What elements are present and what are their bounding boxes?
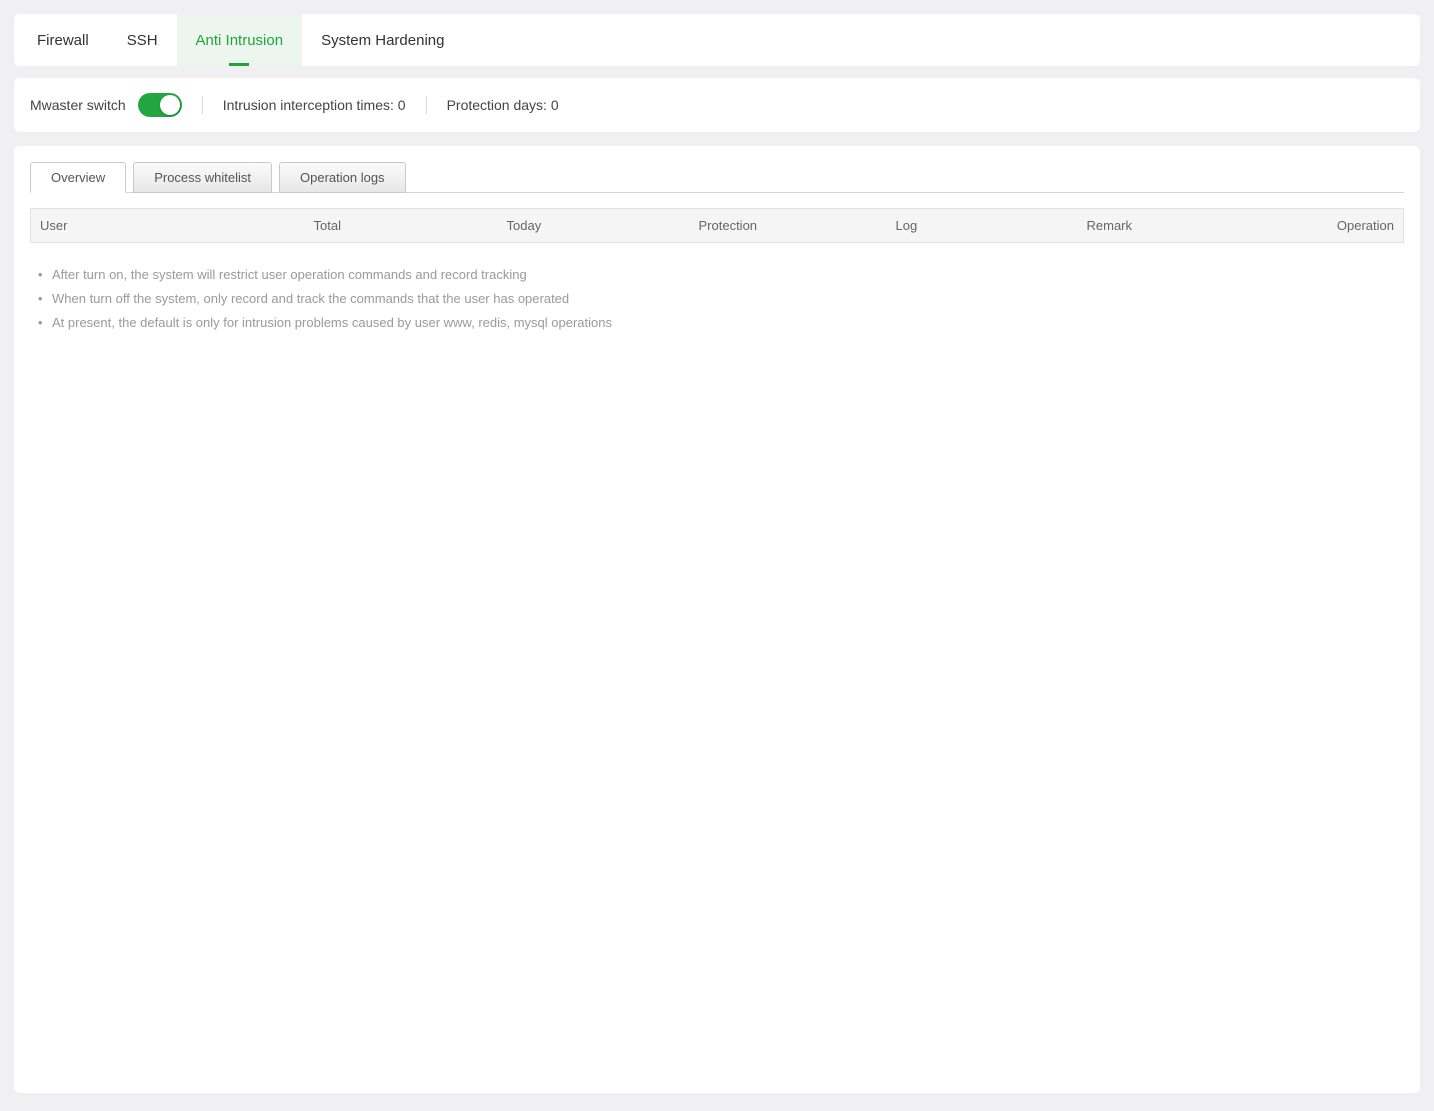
column-header-operation: Operation — [1326, 209, 1404, 243]
note-item: At present, the default is only for intr… — [38, 311, 1404, 335]
subtab-operation-logs[interactable]: Operation logs — [279, 162, 406, 193]
header-row: UserTotalTodayProtectionLogRemarkOperati… — [31, 209, 1404, 243]
content-panel: OverviewProcess whitelistOperation logs … — [14, 146, 1420, 1093]
tab-system-hardening[interactable]: System Hardening — [302, 14, 463, 66]
tab-anti-intrusion[interactable]: Anti Intrusion — [177, 14, 303, 66]
note-item: After turn on, the system will restrict … — [38, 263, 1404, 287]
master-switch-label: Mwaster switch — [30, 97, 126, 113]
column-header-total: Total — [305, 209, 498, 243]
toolbar-divider — [426, 96, 427, 114]
column-header-today: Today — [498, 209, 690, 243]
column-header-protection: Protection — [690, 209, 887, 243]
subtab-process-whitelist[interactable]: Process whitelist — [133, 162, 272, 193]
column-header-user: User — [31, 209, 305, 243]
notes-list: After turn on, the system will restrict … — [38, 263, 1404, 335]
tab-ssh[interactable]: SSH — [108, 14, 177, 66]
column-header-log: Log — [887, 209, 1078, 243]
column-header-remark: Remark — [1078, 209, 1326, 243]
subtab-overview[interactable]: Overview — [30, 162, 126, 193]
interception-times-text: Intrusion interception times: 0 — [223, 97, 406, 113]
master-switch-toggle[interactable] — [138, 93, 182, 117]
protection-days-text: Protection days: 0 — [447, 97, 559, 113]
status-toolbar: Mwaster switch Intrusion interception ti… — [14, 78, 1420, 132]
sub-tab-bar: OverviewProcess whitelistOperation logs — [30, 162, 1404, 193]
main-tab-bar: FirewallSSHAnti IntrusionSystem Hardenin… — [14, 14, 1420, 66]
tab-firewall[interactable]: Firewall — [18, 14, 108, 66]
toolbar-divider — [202, 96, 203, 114]
user-table-head: UserTotalTodayProtectionLogRemarkOperati… — [31, 209, 1404, 243]
user-table: UserTotalTodayProtectionLogRemarkOperati… — [30, 208, 1404, 243]
note-item: When turn off the system, only record an… — [38, 287, 1404, 311]
